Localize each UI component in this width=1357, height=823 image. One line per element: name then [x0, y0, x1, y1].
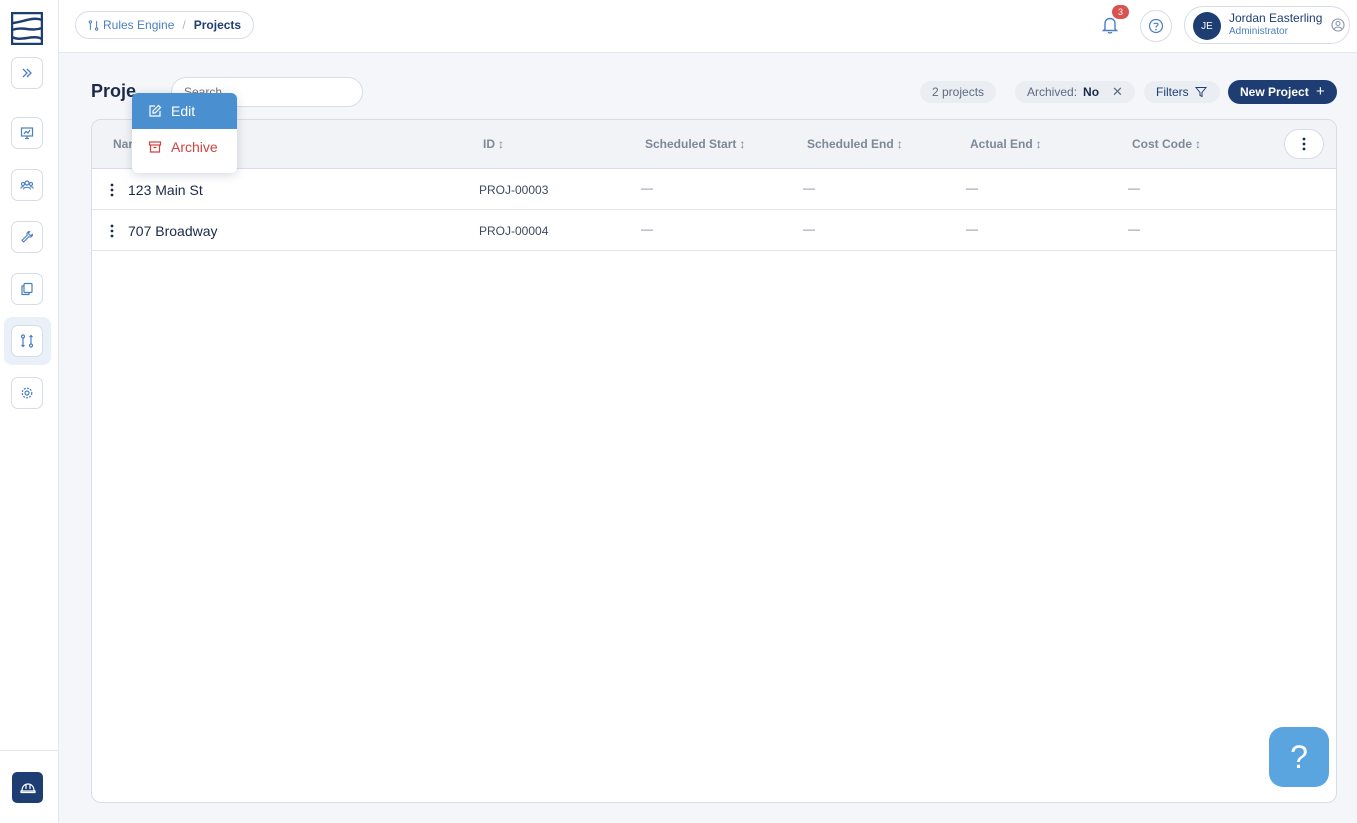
project-count-badge: 2 projects: [920, 81, 997, 103]
git-compare-icon: [88, 19, 99, 31]
company-switcher-button[interactable]: [12, 772, 43, 803]
column-options-button[interactable]: [1284, 129, 1324, 159]
table-row[interactable]: 707 Broadway PROJ-00004 — — — —: [92, 210, 1336, 251]
scheduled-start-value: —: [641, 181, 653, 195]
project-name[interactable]: 707 Broadway: [128, 223, 218, 239]
sidebar-expand-button[interactable]: [11, 57, 43, 89]
wrench-icon: [21, 230, 34, 243]
copy-icon: [21, 282, 33, 296]
sort-icon: ↕: [896, 137, 903, 151]
plus-icon: +: [1316, 83, 1325, 100]
new-project-label: New Project: [1240, 85, 1309, 99]
more-vertical-icon[interactable]: [108, 182, 116, 198]
help-button[interactable]: [1140, 10, 1172, 42]
column-header-actual-end[interactable]: Actual End ↕: [970, 137, 1042, 151]
row-context-menu: Edit Archive: [132, 93, 237, 173]
new-project-button[interactable]: New Project +: [1228, 80, 1337, 104]
cost-code-value: —: [1128, 222, 1140, 236]
scheduled-start-value: —: [641, 222, 653, 236]
more-vertical-icon: [1302, 137, 1306, 151]
close-icon[interactable]: ✕: [1112, 81, 1123, 103]
edit-icon: [149, 104, 162, 117]
cost-code-value: —: [1128, 181, 1140, 195]
sidebar-item-dashboard[interactable]: [11, 117, 43, 149]
sort-icon: ↕: [739, 137, 746, 151]
column-header-name[interactable]: Nar: [113, 137, 133, 151]
table-row[interactable]: 123 Main St PROJ-00003 — — — —: [92, 169, 1336, 210]
scheduled-end-value: —: [803, 181, 815, 195]
archived-filter-chip[interactable]: Archived: No ✕: [1015, 81, 1135, 103]
presentation-icon: [20, 127, 34, 140]
avatar: JE: [1193, 12, 1221, 40]
breadcrumb: Rules Engine / Projects: [75, 11, 255, 39]
filters-label: Filters: [1156, 85, 1189, 99]
breadcrumb-current: Projects: [193, 18, 242, 32]
user-menu[interactable]: JE Jordan Easterling Administrator: [1184, 6, 1350, 44]
archive-icon: [148, 141, 162, 153]
topbar: Rules Engine / Projects 3 JE Jordan East…: [59, 0, 1357, 53]
filter-icon: [1195, 87, 1207, 98]
project-name[interactable]: 123 Main St: [128, 182, 203, 198]
column-header-cost-code[interactable]: Cost Code ↕: [1132, 137, 1201, 151]
sidebar: [0, 0, 59, 823]
scheduled-end-value: —: [803, 222, 815, 236]
git-compare-icon: [20, 334, 34, 348]
actual-end-value: —: [966, 181, 978, 195]
company-logo[interactable]: [11, 12, 43, 45]
sort-icon: ↕: [1195, 137, 1201, 151]
sidebar-item-settings[interactable]: [11, 377, 43, 409]
sidebar-item-tools[interactable]: [11, 221, 43, 253]
hard-hat-icon: [19, 782, 36, 793]
filters-button[interactable]: Filters: [1144, 81, 1220, 103]
menu-item-archive[interactable]: Archive: [132, 129, 237, 165]
menu-item-edit[interactable]: Edit: [132, 93, 237, 129]
project-id: PROJ-00003: [479, 183, 549, 197]
breadcrumb-parent-label: Rules Engine: [103, 18, 175, 32]
sort-icon: ↕: [498, 137, 504, 151]
archived-filter-label: Archived:: [1027, 85, 1078, 99]
actual-end-value: —: [966, 222, 978, 236]
gear-icon: [21, 387, 33, 399]
projects-table: Nar ID ↕ Scheduled Start ↕ Scheduled End ↕ …: [91, 119, 1337, 803]
archived-filter-value: No: [1083, 85, 1100, 99]
sidebar-item-rules-engine[interactable]: [11, 325, 43, 357]
sort-icon: ↕: [1035, 137, 1042, 151]
table-header: Nar ID ↕ Scheduled Start ↕ Scheduled End ↕ …: [92, 120, 1336, 169]
users-icon: [20, 180, 34, 190]
menu-item-archive-label: Archive: [171, 139, 218, 155]
sidebar-divider: [0, 750, 59, 751]
question-circle-icon: [1148, 18, 1164, 34]
sidebar-item-users[interactable]: [11, 169, 43, 201]
user-name: Jordan Easterling: [1229, 11, 1323, 25]
chevrons-right-icon: [22, 68, 32, 78]
project-id: PROJ-00004: [479, 224, 549, 238]
more-vertical-icon[interactable]: [108, 223, 116, 239]
breadcrumb-parent-link[interactable]: Rules Engine: [88, 18, 174, 32]
breadcrumb-separator: /: [182, 18, 186, 32]
notification-count-badge: 3: [1112, 5, 1129, 19]
column-header-id[interactable]: ID ↕: [483, 137, 504, 151]
column-header-scheduled-end[interactable]: Scheduled End ↕: [807, 137, 903, 151]
user-role: Administrator: [1229, 26, 1288, 37]
column-header-scheduled-start[interactable]: Scheduled Start ↕: [645, 137, 745, 151]
menu-item-edit-label: Edit: [171, 103, 196, 119]
help-chat-button[interactable]: ?: [1269, 727, 1329, 787]
sidebar-item-documents[interactable]: [11, 273, 43, 305]
user-circle-icon: [1331, 18, 1345, 32]
page-title: Proje: [91, 81, 137, 101]
